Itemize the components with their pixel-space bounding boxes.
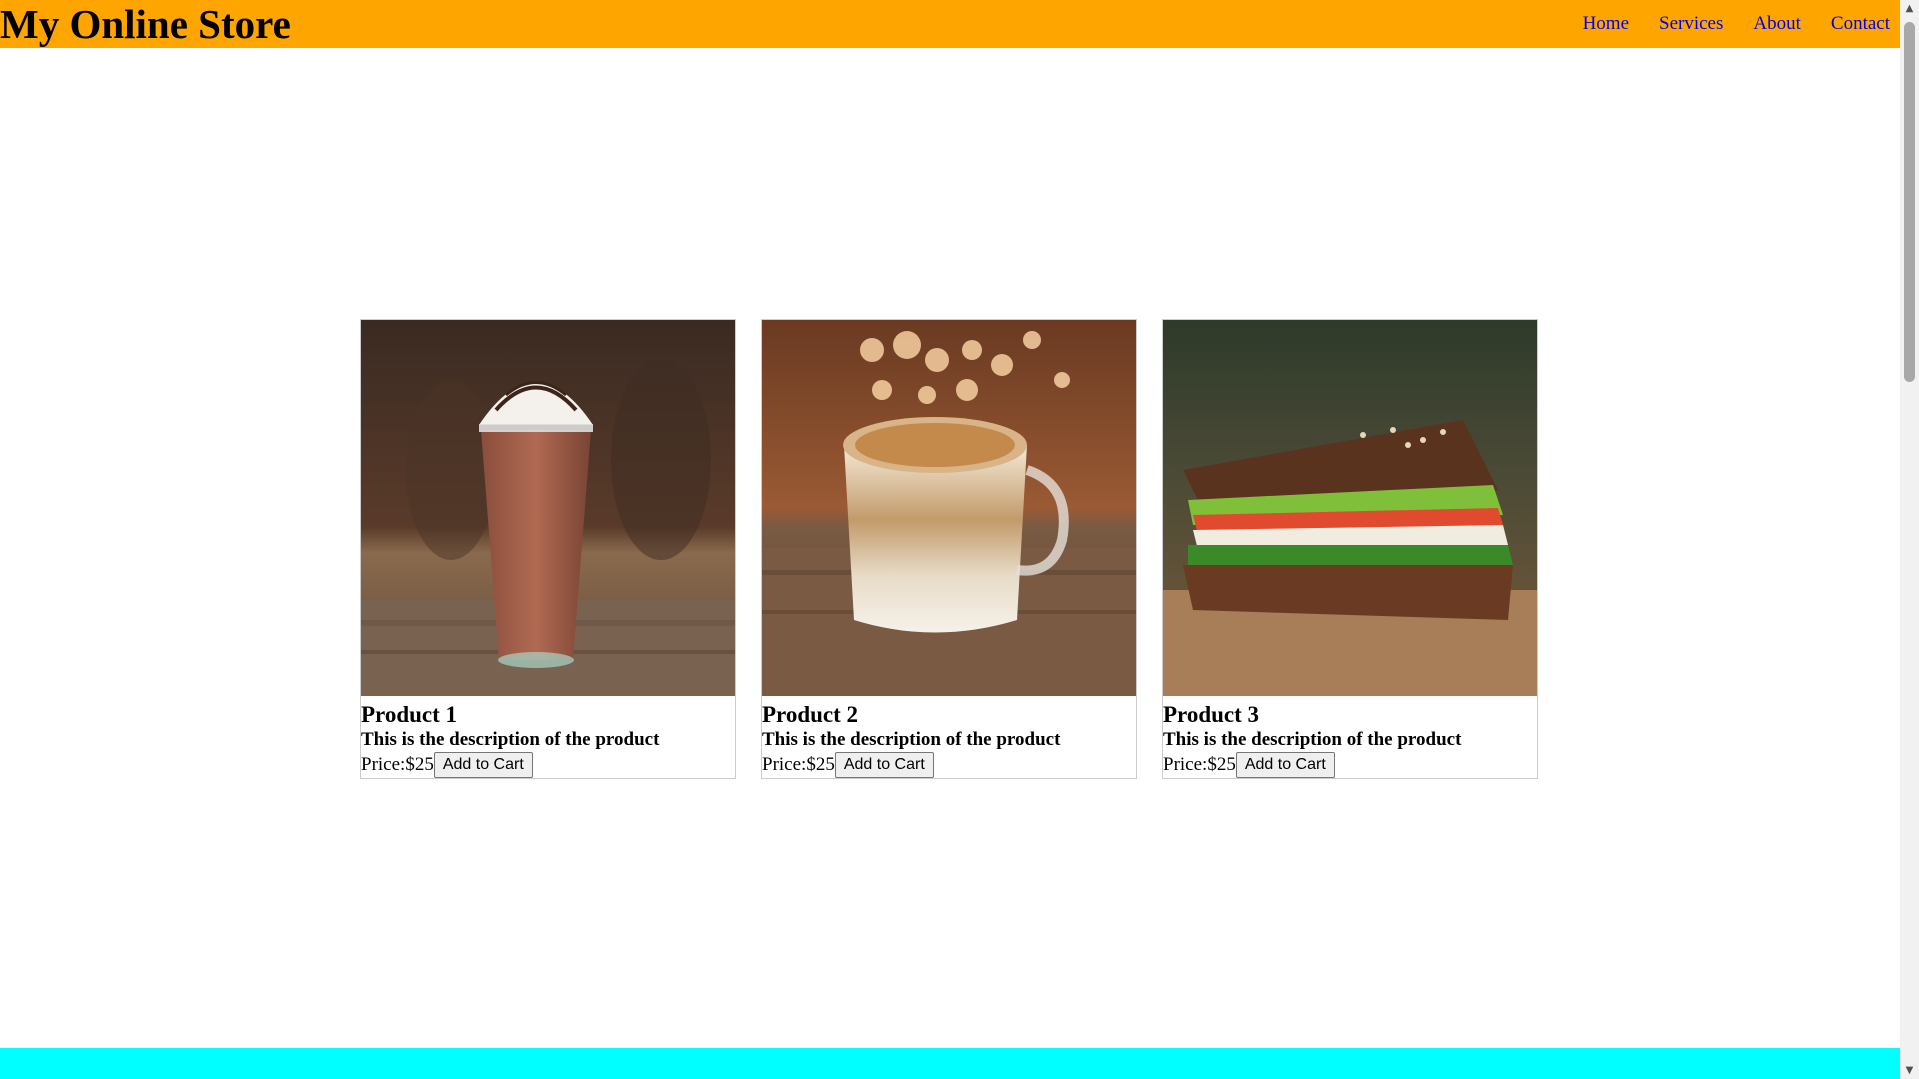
add-to-cart-button[interactable]: Add to Cart <box>1235 752 1335 778</box>
nav-link-contact[interactable]: Contact <box>1831 13 1890 35</box>
product-description: This is the description of the product <box>1163 729 1462 750</box>
nav-link-home[interactable]: Home <box>1583 13 1629 35</box>
site-title: My Online Store <box>0 1 291 47</box>
add-to-cart-button[interactable]: Add to Cart <box>834 752 934 778</box>
product-name: Product 3 <box>1163 702 1260 727</box>
price-value: $25 <box>1207 754 1236 775</box>
site-footer <box>0 1048 1900 1079</box>
site-header: My Online Store Home Services About Cont… <box>0 0 1900 48</box>
page: My Online Store Home Services About Cont… <box>0 0 1919 1079</box>
product-price-row: Price: $25 Add to Cart <box>762 752 1136 778</box>
scroll-down-arrow-icon[interactable]: ▼ <box>1900 1062 1919 1079</box>
product-card-1: Product 1 This is the description of the… <box>360 319 736 779</box>
product-card-2: Product 2 This is the description of the… <box>761 319 1137 779</box>
chocolate-frappe-photo <box>361 320 735 696</box>
scroll-up-arrow-icon[interactable]: ▲ <box>1900 0 1919 17</box>
price-value: $25 <box>806 754 835 775</box>
price-label: Price: <box>762 754 807 775</box>
product-description: This is the description of the product <box>361 729 660 750</box>
latte-mug-photo <box>762 320 1136 696</box>
product-card-3: Product 3 This is the description of the… <box>1162 319 1538 779</box>
product-price-row: Price: $25 Add to Cart <box>361 752 735 778</box>
product-price-row: Price: $25 Add to Cart <box>1163 752 1537 778</box>
product-description: This is the description of the product <box>762 729 1061 750</box>
product-name: Product 1 <box>361 702 458 727</box>
price-label: Price: <box>1163 754 1208 775</box>
sandwich-photo <box>1163 320 1537 696</box>
price-label: Price: <box>361 754 406 775</box>
add-to-cart-button[interactable]: Add to Cart <box>433 752 533 778</box>
product-grid: Product 1 This is the description of the… <box>360 319 1538 779</box>
main-nav: Home Services About Contact <box>1583 0 1900 48</box>
nav-link-services[interactable]: Services <box>1659 13 1723 35</box>
vertical-scrollbar[interactable]: ▲ ▼ <box>1900 0 1919 1079</box>
price-value: $25 <box>405 754 434 775</box>
scrollbar-thumb[interactable] <box>1904 22 1915 382</box>
product-name: Product 2 <box>762 702 859 727</box>
nav-link-about[interactable]: About <box>1753 13 1801 35</box>
